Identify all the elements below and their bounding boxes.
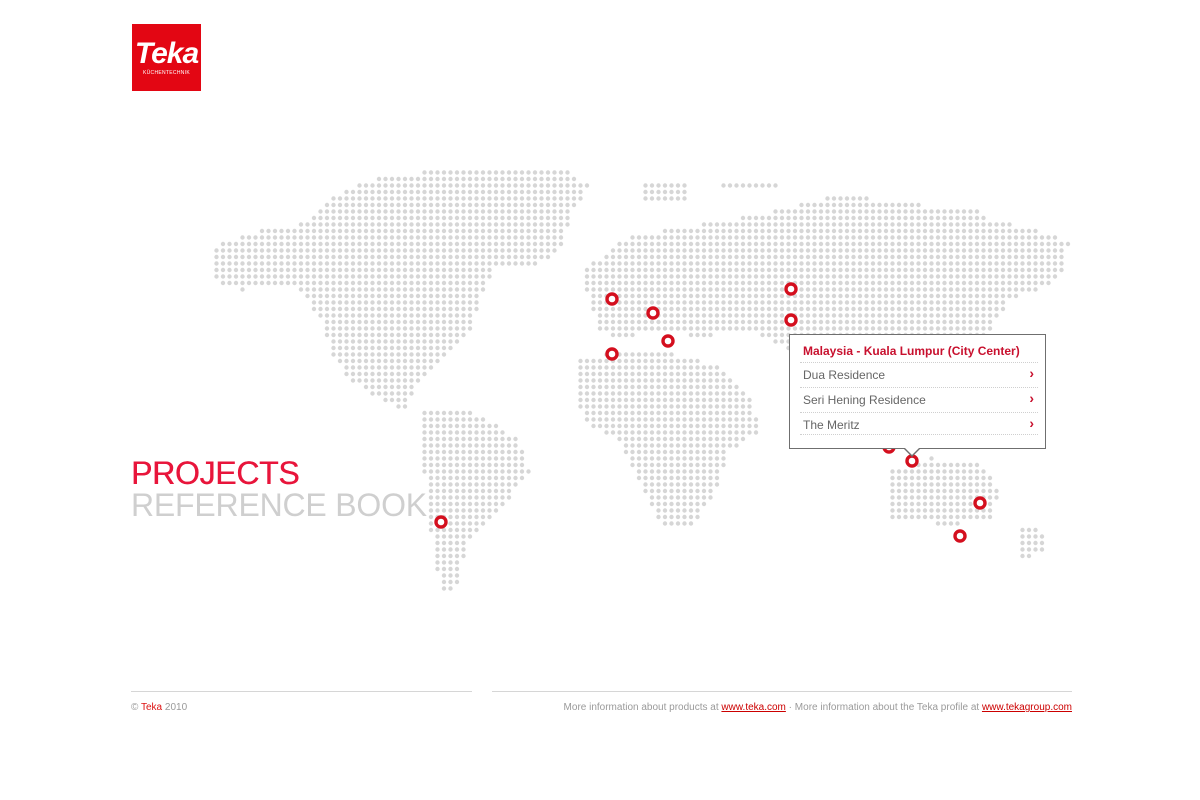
footer-divider-right	[492, 691, 1072, 692]
popup-item-dua-residence[interactable]: Dua Residence ›	[800, 362, 1038, 387]
popup-item-label: Seri Hening Residence	[803, 393, 926, 407]
map-marker[interactable]	[646, 306, 660, 320]
products-info-text: More information about products at	[563, 702, 719, 713]
popup-item-label: Dua Residence	[803, 368, 886, 382]
map-marker[interactable]	[953, 529, 967, 543]
title-reference-book: REFERENCE BOOK	[131, 487, 427, 523]
chevron-right-icon: ›	[1029, 415, 1034, 431]
title-projects: PROJECTS	[131, 455, 300, 491]
page-title: PROJECTS REFERENCE BOOK	[131, 457, 427, 521]
popup-item-label: The Meritz	[803, 418, 860, 432]
footer-separator: ·	[788, 702, 793, 713]
popup-pointer-inner	[903, 446, 921, 455]
tekagroup-com-link[interactable]: www.tekagroup.com	[982, 702, 1072, 713]
popup-divider	[800, 434, 1038, 435]
chevron-right-icon: ›	[1029, 365, 1034, 381]
footer-info: More information about products at www.t…	[564, 702, 1072, 713]
chevron-right-icon: ›	[1029, 390, 1034, 406]
map-marker[interactable]	[605, 347, 619, 361]
copyright-brand: Teka	[140, 702, 163, 713]
map-marker[interactable]	[434, 515, 448, 529]
popup-item-seri-hening-residence[interactable]: Seri Hening Residence ›	[800, 387, 1038, 412]
footer-copyright: © Teka 2010	[131, 702, 187, 713]
map-marker[interactable]	[784, 313, 798, 327]
teka-com-link[interactable]: www.teka.com	[721, 702, 785, 713]
map-marker[interactable]	[605, 292, 619, 306]
copyright-year: 2010	[164, 702, 188, 713]
popup-title: Malaysia - Kuala Lumpur (City Center)	[803, 344, 1020, 358]
footer-divider-left	[131, 691, 472, 692]
map-marker[interactable]	[784, 282, 798, 296]
map-marker[interactable]	[973, 496, 987, 510]
map-marker[interactable]	[661, 334, 675, 348]
copyright-symbol: ©	[131, 702, 139, 713]
location-popup: Malaysia - Kuala Lumpur (City Center) Du…	[789, 334, 1046, 449]
profile-info-text: More information about the Teka profile …	[794, 702, 980, 713]
map-marker[interactable]	[905, 454, 919, 468]
